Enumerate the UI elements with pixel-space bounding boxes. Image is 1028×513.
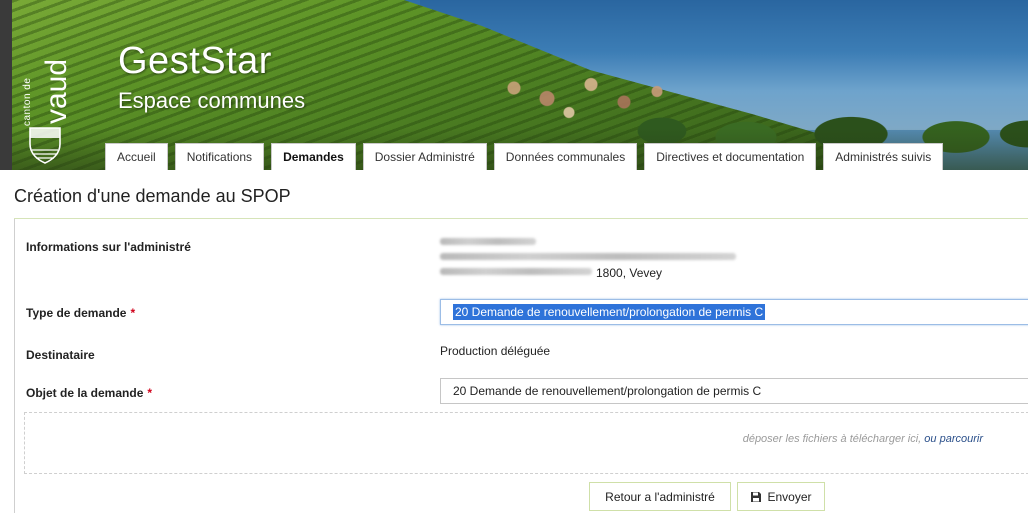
destinataire-value: Production déléguée: [440, 344, 551, 358]
administre-label: Informations sur l'administré: [26, 240, 191, 254]
objet-demande-label-text: Objet de la demande: [26, 386, 144, 400]
type-demande-select[interactable]: 20 Demande de renouvellement/prolongatio…: [440, 299, 1028, 325]
header-banner: canton de vaud GestStar Espace communes …: [0, 0, 1028, 170]
type-demande-label: Type de demande *: [26, 306, 135, 320]
save-icon: [751, 491, 762, 502]
file-dropzone[interactable]: déposer les fichiers à télécharger ici, …: [24, 412, 1028, 474]
required-marker: *: [147, 386, 153, 400]
app-subtitle: Espace communes: [118, 88, 306, 113]
send-button-label: Envoyer: [767, 489, 812, 504]
page-title: Création d'une demande au SPOP: [14, 186, 291, 206]
tab-dossier-administre[interactable]: Dossier Administré: [362, 143, 487, 170]
required-marker: *: [130, 306, 136, 320]
type-demande-label-text: Type de demande: [26, 306, 127, 320]
app-title: GestStar: [118, 40, 272, 82]
panel-divider: [14, 218, 1028, 219]
objet-demande-label: Objet de la demande *: [26, 386, 152, 400]
shield-icon: [29, 127, 61, 164]
dropzone-text: déposer les fichiers à télécharger ici, …: [743, 433, 983, 445]
redacted-details: [440, 253, 736, 260]
browse-link[interactable]: ou parcourir: [924, 433, 983, 445]
tab-donnees-communales[interactable]: Données communales: [493, 143, 638, 170]
redacted-name: [440, 238, 536, 245]
type-demande-selected-value: 20 Demande de renouvellement/prolongatio…: [453, 304, 766, 320]
tab-administres-suivis[interactable]: Administrés suivis: [823, 143, 944, 170]
canton-name: vaud: [40, 58, 73, 124]
tab-demandes[interactable]: Demandes: [271, 143, 356, 170]
canton-logo[interactable]: canton de vaud: [18, 14, 76, 164]
main-nav: Accueil Notifications Demandes Dossier A…: [105, 143, 944, 170]
send-button[interactable]: Envoyer: [737, 482, 825, 511]
redacted-street: [440, 268, 592, 275]
objet-demande-input[interactable]: 20 Demande de renouvellement/prolongatio…: [440, 378, 1028, 404]
tab-notifications[interactable]: Notifications: [174, 143, 265, 170]
dropzone-hint: déposer les fichiers à télécharger ici,: [742, 433, 922, 445]
objet-demande-value: 20 Demande de renouvellement/prolongatio…: [453, 384, 762, 398]
destinataire-label: Destinataire: [26, 348, 95, 362]
address-city: 1800, Vevey: [596, 266, 663, 280]
tab-accueil[interactable]: Accueil: [105, 143, 168, 170]
banner-left-edge: [0, 0, 12, 170]
canton-label: canton de: [22, 77, 33, 126]
back-to-administre-button[interactable]: Retour a l'administré: [589, 482, 731, 511]
tab-directives-documentation[interactable]: Directives et documentation: [644, 143, 817, 170]
